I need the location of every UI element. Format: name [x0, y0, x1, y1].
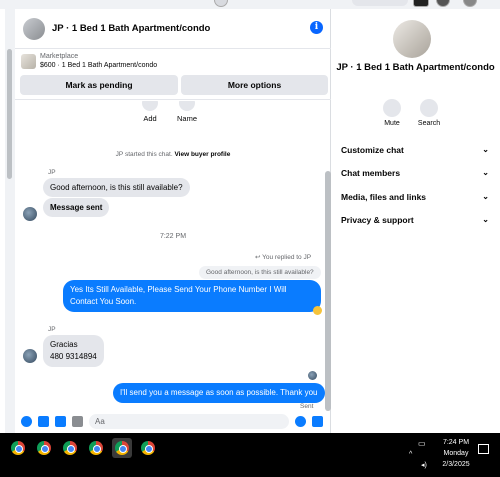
chrome-icon: [141, 441, 155, 455]
profile-icon[interactable]: [436, 0, 450, 7]
taskbar-chrome-app[interactable]: [8, 438, 28, 458]
chrome-icon: [115, 441, 129, 455]
message-timestamp: 7:22 PM: [159, 233, 187, 240]
outgoing-message[interactable]: Yes Its Still Available, Please Send You…: [63, 280, 321, 312]
replied-label: ↩ You replied to JP: [255, 253, 311, 261]
name-action[interactable]: Name: [167, 101, 207, 123]
taskbar-chrome-app[interactable]: [138, 438, 158, 458]
taskbar-time[interactable]: 7:24 PM: [436, 439, 476, 446]
chevron-down-icon: ⌄: [482, 192, 489, 201]
outgoing-message[interactable]: I'll send you a message as soon as possi…: [113, 383, 325, 403]
taskbar-chrome-app-active[interactable]: [112, 438, 132, 458]
pencil-icon: [179, 101, 195, 111]
seen-avatar: [308, 371, 317, 380]
incoming-message[interactable]: Message sent: [43, 198, 110, 217]
sent-status: Sent: [300, 403, 314, 410]
add-action[interactable]: Add: [130, 101, 170, 123]
notification-center-icon[interactable]: [478, 444, 489, 454]
chrome-icon: [89, 441, 103, 455]
chat-started-notice: JP started this chat. View buyer profile: [15, 151, 331, 158]
name-label: Name: [176, 114, 197, 123]
taskbar-chrome-app[interactable]: [34, 438, 54, 458]
message-line: 480 9314894: [50, 352, 97, 361]
chevron-down-icon: ⌄: [482, 168, 489, 177]
message-line: Gracias: [50, 340, 78, 349]
browser-top-strip: [0, 0, 500, 9]
message-composer: Aa: [15, 410, 331, 433]
menu-label: Privacy & support: [341, 215, 414, 225]
menu-label: Customize chat: [341, 145, 404, 155]
mute-label: Mute: [384, 120, 400, 127]
bell-icon: [383, 99, 401, 117]
message-input[interactable]: Aa: [89, 414, 289, 429]
taskbar-date[interactable]: 2/3/2025: [436, 461, 476, 468]
network-icon[interactable]: ▭: [418, 439, 426, 448]
menu-media-files-links[interactable]: Media, files and links ⌄: [341, 192, 489, 202]
search-pill[interactable]: [352, 0, 408, 6]
view-buyer-profile-link[interactable]: View buyer profile: [174, 151, 230, 158]
info-title: JP · 1 Bed 1 Bath Apartment/condo: [336, 62, 495, 73]
menu-customize-chat[interactable]: Customize chat ⌄: [341, 145, 489, 155]
apps-icon[interactable]: [413, 0, 429, 7]
menu-label: Chat members: [341, 168, 401, 178]
chrome-icon: [11, 441, 25, 455]
sender-avatar[interactable]: [23, 349, 37, 363]
emoji-reaction-icon[interactable]: [313, 306, 322, 315]
incoming-message[interactable]: Good afternoon, is this still available?: [43, 178, 190, 197]
emoji-icon[interactable]: [295, 416, 306, 427]
page-scrollbar[interactable]: [7, 49, 12, 179]
mute-action[interactable]: Mute: [374, 99, 410, 127]
add-label: Add: [143, 114, 157, 123]
tray-chevron-icon[interactable]: ^: [409, 451, 412, 458]
chat-panel: JP · 1 Bed 1 Bath Apartment/condo i Mark…: [5, 9, 331, 433]
chevron-down-icon: ⌄: [482, 215, 489, 224]
sender-avatar[interactable]: [23, 207, 37, 221]
chat-started-text: JP started this chat.: [115, 151, 173, 158]
chat-title[interactable]: JP · 1 Bed 1 Bath Apartment/condo: [52, 23, 210, 34]
listing-thumbnail[interactable]: [21, 54, 36, 69]
sticker-icon[interactable]: [55, 416, 66, 427]
menu-privacy-support[interactable]: Privacy & support ⌄: [341, 215, 489, 225]
chat-header: JP · 1 Bed 1 Bath Apartment/condo i: [15, 9, 331, 49]
menu-label: Media, files and links: [341, 192, 427, 202]
search-icon: [420, 99, 438, 117]
marketplace-listing: Marketplace $600 · 1 Bed 1 Bath Apartmen…: [15, 50, 331, 100]
search-label: Search: [417, 120, 441, 127]
add-person-icon: [142, 101, 158, 111]
listing-source: Marketplace: [40, 53, 79, 60]
notification-icon[interactable]: [214, 0, 228, 7]
message-thread: Add Name JP started this chat. View buye…: [15, 101, 331, 411]
chrome-icon: [63, 441, 77, 455]
chat-avatar[interactable]: [23, 17, 45, 40]
more-options-button[interactable]: More options: [181, 75, 328, 95]
listing-avatar[interactable]: [393, 20, 431, 58]
left-gutter: [5, 9, 15, 433]
chrome-icon: [37, 441, 51, 455]
sender-name: JP: [48, 169, 56, 176]
volume-icon[interactable]: ◂): [421, 461, 427, 469]
chevron-down-icon: ⌄: [482, 145, 489, 154]
incoming-message[interactable]: Gracias 480 9314894: [43, 335, 104, 367]
taskbar-chrome-app[interactable]: [86, 438, 106, 458]
info-icon[interactable]: i: [310, 21, 323, 34]
search-action[interactable]: Search: [411, 99, 447, 127]
gif-icon[interactable]: [72, 416, 83, 427]
windows-taskbar: ▭ ^ ◂) 7:24 PM Monday 2/3/2025: [0, 433, 500, 477]
mark-as-pending-button[interactable]: Mark as pending: [20, 75, 178, 95]
quoted-message[interactable]: Good afternoon, is this still available?: [199, 266, 321, 279]
listing-price-title[interactable]: $600 · 1 Bed 1 Bath Apartment/condo: [40, 62, 157, 69]
chat-info-panel: JP · 1 Bed 1 Bath Apartment/condo Mute S…: [331, 9, 500, 433]
sender-name: JP: [48, 326, 56, 333]
replied-text: You replied to JP: [262, 254, 312, 261]
thumbs-up-icon[interactable]: [312, 416, 323, 427]
plus-icon[interactable]: [21, 416, 32, 427]
taskbar-chrome-app[interactable]: [60, 438, 80, 458]
image-icon[interactable]: [38, 416, 49, 427]
taskbar-day[interactable]: Monday: [436, 450, 476, 457]
menu-chat-members[interactable]: Chat members ⌄: [341, 168, 489, 178]
account-avatar[interactable]: [463, 0, 477, 7]
